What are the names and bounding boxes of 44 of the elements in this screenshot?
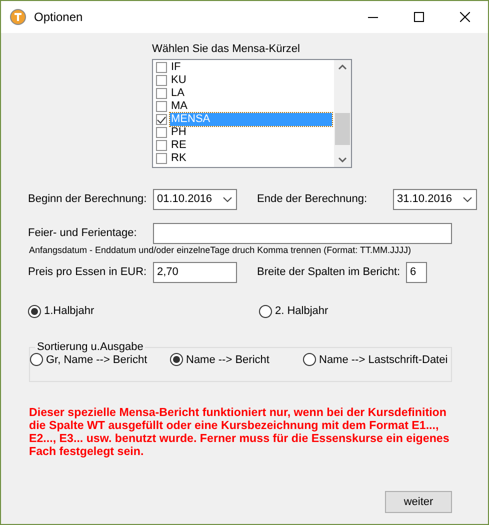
- radio-button[interactable]: 2. Halbjahr: [259, 304, 328, 318]
- app-icon: [10, 9, 26, 25]
- radio-button[interactable]: 1.Halbjahr: [28, 304, 259, 318]
- list-item[interactable]: IF: [170, 61, 332, 74]
- hint-text: Anfangsdatum - Enddatum und/oder einzelneTage druch Komma trennen (Format: TT.MM.JJJJ): [29, 245, 412, 255]
- close-icon: [460, 12, 470, 22]
- field-label: Ende der Berechnung:: [257, 193, 368, 205]
- radio-button[interactable]: Name --> Lastschrift-Datei: [303, 353, 448, 366]
- date-picker[interactable]: 31.10.2016: [393, 188, 477, 210]
- scrollbar[interactable]: [334, 60, 351, 167]
- list-item[interactable]: LA: [170, 87, 332, 100]
- column-width-field[interactable]: 6: [406, 262, 427, 282]
- checkbox[interactable]: [156, 140, 167, 151]
- list-item[interactable]: PH: [170, 126, 332, 139]
- checkbox[interactable]: [156, 62, 167, 73]
- checkbox[interactable]: [156, 127, 167, 138]
- dropdown-icon[interactable]: [223, 196, 232, 202]
- list-item[interactable]: RK: [170, 152, 332, 165]
- window-title: Optionen: [34, 10, 84, 24]
- maximize-icon: [414, 12, 424, 22]
- warning-text: Dieser spezielle Mensa-Bericht funktioniert nur, wenn bei der Kursdefinition die Spalte WT ausgefüllt oder eine Kursbezeichnung mit dem Format E1..., E2..., E3... usw. benutzt wurde. Ferner muss für die Essenskurse ein eigenes Fach festgelegt sein.: [29, 406, 450, 458]
- checkbox[interactable]: [156, 153, 167, 164]
- list-item[interactable]: RE: [170, 139, 332, 152]
- scroll-down-icon[interactable]: [338, 157, 347, 163]
- checkbox[interactable]: [156, 75, 167, 86]
- radio-button[interactable]: Gr, Name --> Bericht: [30, 353, 170, 366]
- list-item[interactable]: KU: [170, 74, 332, 87]
- radio-button[interactable]: Name --> Bericht: [170, 353, 303, 366]
- next-button[interactable]: weiter: [385, 491, 452, 513]
- field-label: Feier- und Ferientage:: [28, 227, 138, 239]
- checkbox[interactable]: [156, 101, 167, 112]
- scroll-up-icon[interactable]: [338, 64, 347, 70]
- checkbox[interactable]: [156, 88, 167, 99]
- list-item[interactable]: MA: [170, 100, 332, 113]
- checkbox[interactable]: [156, 114, 167, 125]
- field-label: Breite der Spalten im Bericht:: [257, 266, 402, 278]
- group-legend: Sortierung u.Ausgabe: [35, 341, 146, 353]
- holidays-field[interactable]: [153, 222, 452, 244]
- list-label: Wählen Sie das Mensa-Kürzel: [152, 43, 301, 55]
- price-field[interactable]: 2,70: [153, 262, 237, 282]
- dropdown-icon[interactable]: [463, 196, 472, 202]
- date-picker[interactable]: 01.10.2016: [153, 188, 237, 210]
- field-label: Beginn der Berechnung:: [28, 193, 148, 205]
- field-label: Preis pro Essen in EUR:: [28, 266, 148, 278]
